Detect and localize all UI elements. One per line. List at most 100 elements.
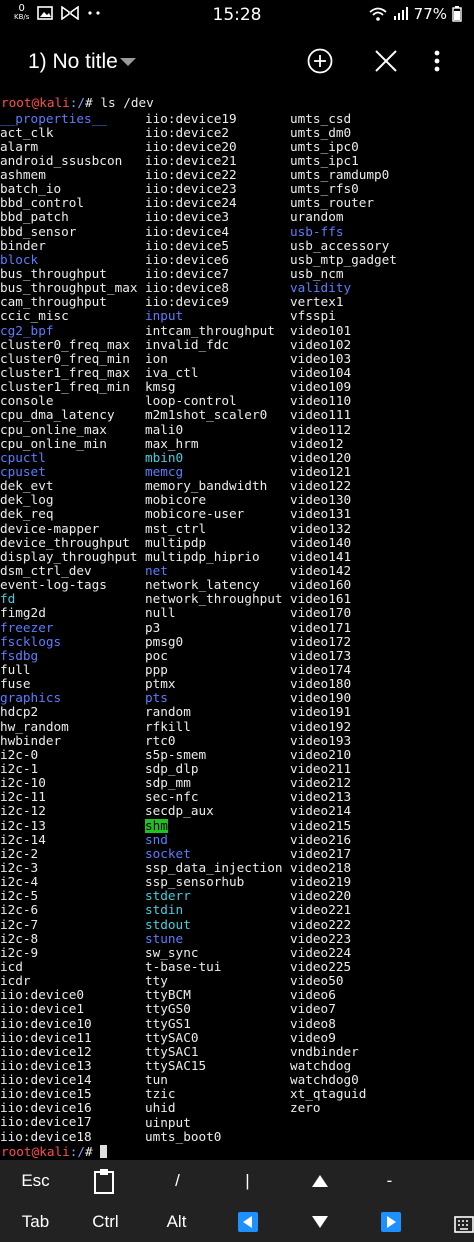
dev-entry: iio:device22 — [145, 167, 237, 183]
dev-entry: iio:device10 — [0, 1015, 92, 1031]
dev-entry: shm — [145, 817, 168, 833]
dev-entry: i2c-1 — [0, 760, 39, 776]
session-title: 1) No title — [28, 50, 118, 73]
dev-entry: rfkill — [145, 718, 191, 734]
terminal-output[interactable]: root@kali:/# ls /dev __properties__ act_c… — [0, 95, 474, 1159]
dev-entry: binder — [0, 237, 46, 253]
dev-entry: null — [145, 605, 176, 621]
dev-entry: cam_throughput — [0, 294, 107, 310]
dev-entry: stdin — [145, 902, 184, 918]
dev-entry: video210 — [290, 746, 352, 762]
prompt-symbol: # — [85, 95, 101, 110]
battery-percent: 77% — [413, 5, 447, 23]
dev-entry: i2c-9 — [0, 944, 39, 960]
dev-entry: cluster1_freq_max — [0, 365, 130, 381]
dev-entry: iio:device9 — [145, 294, 230, 310]
dash-key[interactable]: - — [356, 1160, 423, 1201]
dev-entry: umts_ramdump0 — [290, 167, 390, 183]
dev-entry: socket — [145, 845, 191, 861]
dev-entry: cg2_bpf — [0, 322, 54, 338]
dev-entry: video160 — [290, 577, 352, 593]
dev-entry: rtc0 — [145, 732, 176, 748]
right-arrow-key[interactable] — [357, 1201, 424, 1242]
dev-entry: ppp — [145, 661, 168, 677]
dev-entry: sw_sync — [145, 944, 199, 960]
dev-entry: vndbinder — [290, 1043, 359, 1059]
tab-key[interactable]: Tab — [2, 1201, 69, 1242]
dev-entry: video102 — [290, 336, 352, 352]
up-arrow-key[interactable] — [286, 1160, 353, 1201]
dev-entry: video111 — [290, 407, 352, 423]
dev-entry: ptmx — [145, 676, 176, 692]
prompt-user: root@kali — [1, 1144, 70, 1159]
dev-entry: video218 — [290, 859, 352, 875]
dev-entry: video221 — [290, 902, 352, 918]
dev-entry: iio:device13 — [0, 1057, 92, 1073]
dev-entry: cpu_online_min — [0, 435, 107, 451]
prompt-symbol: # — [85, 1144, 101, 1159]
dev-entry: ttySAC0 — [145, 1029, 199, 1045]
session-title-dropdown[interactable]: 1) No title — [28, 50, 136, 74]
dev-entry: batch_io — [0, 181, 62, 197]
app-bar: 1) No title — [0, 30, 474, 94]
dev-entry: i2c-0 — [0, 746, 39, 762]
dev-entry: video191 — [290, 704, 352, 720]
ctrl-key[interactable]: Ctrl — [72, 1201, 139, 1242]
dev-entry: video211 — [290, 760, 352, 776]
dev-entry: video212 — [290, 775, 352, 791]
dev-entry: ccic_misc — [0, 308, 69, 324]
dev-entry: ion — [145, 350, 168, 366]
keyboard-toggle-key[interactable] — [430, 1209, 474, 1235]
dev-entry: tzic — [145, 1086, 176, 1102]
dev-entry: dek_evt — [0, 478, 54, 494]
dev-entry: cluster0_freq_max — [0, 336, 130, 352]
esc-key[interactable]: Esc — [2, 1160, 69, 1201]
left-arrow-key[interactable] — [214, 1201, 281, 1242]
dev-entry: intcam_throughput — [145, 322, 275, 338]
dev-entry: iio:device5 — [145, 237, 230, 253]
dev-entry: umts_router — [290, 195, 375, 211]
overflow-menu-icon[interactable] — [422, 46, 452, 76]
down-arrow-key[interactable] — [286, 1201, 353, 1242]
dev-entry: video103 — [290, 350, 352, 366]
alt-key[interactable]: Alt — [143, 1201, 210, 1242]
close-session-icon[interactable] — [371, 46, 401, 76]
dev-entry: ssp_sensorhub — [145, 874, 245, 890]
dev-entry: video174 — [290, 661, 352, 677]
dev-entry: s5p-smem — [145, 746, 207, 762]
dev-entry: video220 — [290, 888, 352, 904]
up-arrow-icon — [311, 1174, 328, 1187]
dev-entry: poc — [145, 647, 168, 663]
pipe-key[interactable]: | — [214, 1160, 281, 1201]
dev-entry: video171 — [290, 619, 352, 635]
dev-entry: network_throughput — [145, 591, 283, 607]
dev-entry: fimg2d — [0, 605, 46, 621]
dev-entry: invalid_fdc — [145, 336, 230, 352]
dev-entry: iio:device11 — [0, 1029, 92, 1045]
dev-entry: iio:device18 — [0, 1128, 92, 1144]
slash-key[interactable]: / — [144, 1160, 211, 1201]
dev-entry: ttyBCM — [145, 987, 191, 1003]
dev-entry: device_throughput — [0, 534, 130, 550]
left-arrow-icon — [237, 1211, 258, 1232]
dev-entry: iio:device2 — [145, 124, 230, 140]
dev-entry: iio:device19 — [145, 110, 237, 126]
dev-entry: video192 — [290, 718, 352, 734]
dev-entry: video219 — [290, 874, 352, 890]
dev-entry: watchdog — [290, 1057, 352, 1073]
dev-entry: video170 — [290, 605, 352, 621]
command-text: ls /dev — [100, 95, 154, 110]
dev-entry: iio:device17 — [0, 1114, 92, 1130]
dev-entry: random — [145, 704, 191, 720]
add-session-icon[interactable] — [305, 46, 335, 76]
clipboard-key[interactable] — [70, 1160, 137, 1201]
dev-entry: iio:device21 — [145, 152, 237, 168]
dev-entry: video141 — [290, 548, 352, 564]
dev-entry: video8 — [290, 1015, 336, 1031]
dev-entry: cpuset — [0, 464, 46, 480]
dev-entry: video161 — [290, 591, 352, 607]
dev-entry: iio:device23 — [145, 181, 237, 197]
dev-entry: video225 — [290, 958, 352, 974]
dev-entry: i2c-6 — [0, 902, 39, 918]
dev-entry: cluster1_freq_min — [0, 379, 130, 395]
